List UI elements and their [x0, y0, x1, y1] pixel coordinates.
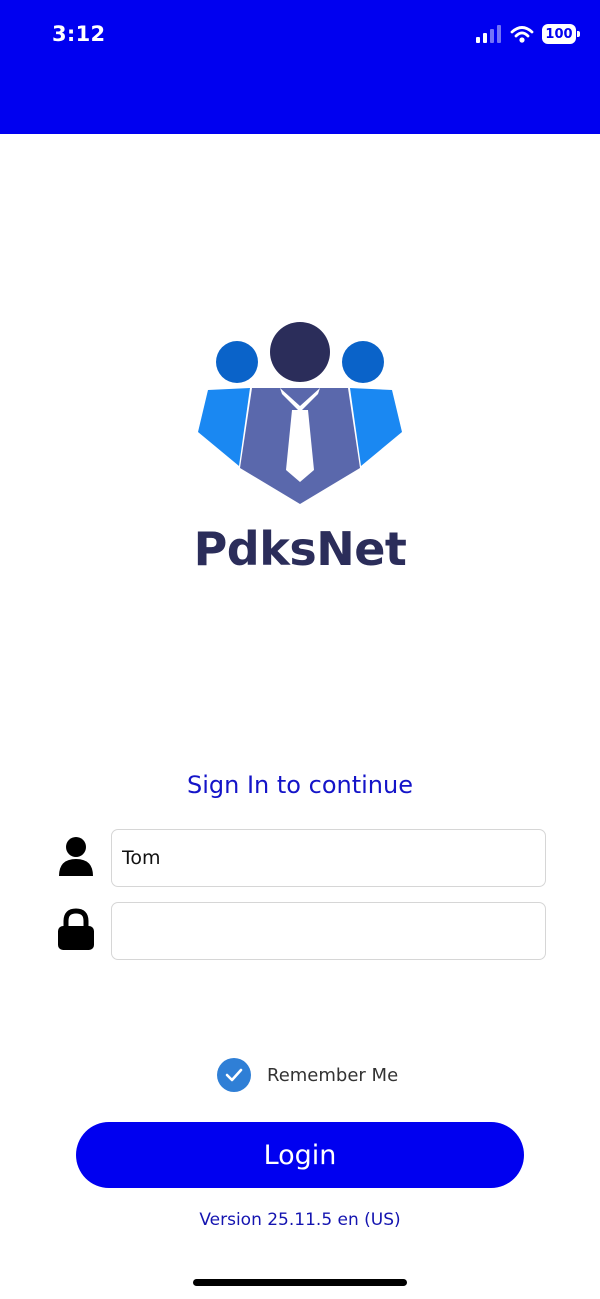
login-button[interactable]: Login: [76, 1122, 524, 1188]
checkmark-icon: [225, 1068, 243, 1082]
wifi-icon: [510, 26, 534, 43]
username-input[interactable]: [111, 829, 546, 887]
app-logo: [198, 322, 402, 504]
battery-level: 100: [545, 26, 573, 42]
remember-me-toggle[interactable]: Remember Me: [217, 1058, 398, 1092]
version-label: Version 25.11.5 en (US): [199, 1210, 401, 1230]
header-bar: 3:12 100: [0, 0, 600, 134]
battery-icon: 100: [542, 24, 580, 44]
password-input[interactable]: [111, 902, 546, 960]
status-time: 3:12: [52, 22, 106, 46]
user-icon: [59, 837, 93, 876]
cellular-signal-icon: [476, 25, 501, 43]
home-indicator[interactable]: [193, 1279, 407, 1286]
remember-me-label: Remember Me: [267, 1064, 399, 1086]
remember-me-checkbox[interactable]: [217, 1058, 251, 1092]
status-icons: 100: [476, 24, 580, 44]
app-name: PdksNet: [193, 522, 407, 576]
lock-icon: [58, 908, 94, 950]
signin-title: Sign In to continue: [187, 771, 413, 799]
